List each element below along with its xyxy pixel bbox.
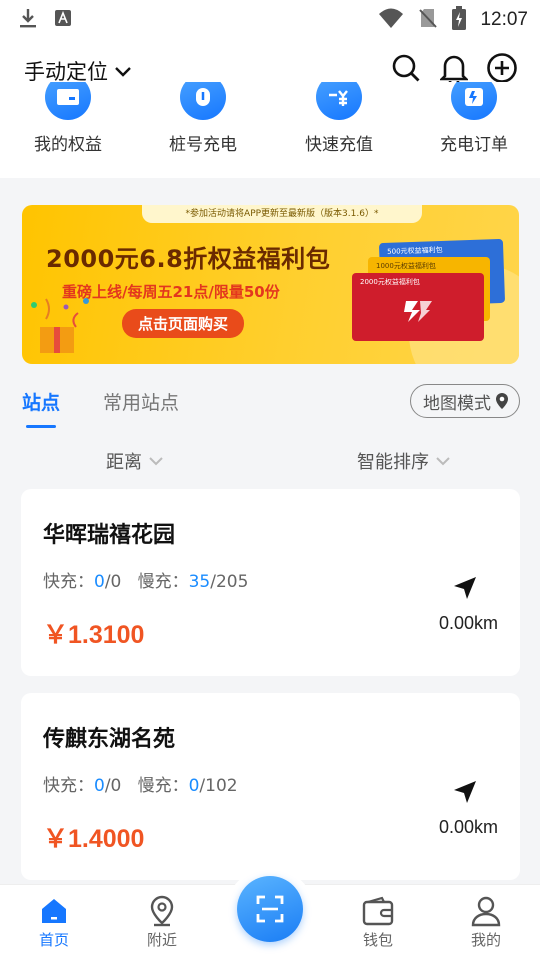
quick-action-label: 快速充值 (305, 135, 373, 155)
fast-charge-label: 快充： (43, 776, 94, 796)
a-notification-icon (54, 9, 72, 31)
station-name: 传麒东湖名苑 (43, 727, 176, 752)
scan-icon (256, 895, 284, 923)
quick-action-orders[interactable]: 充电订单 (414, 82, 534, 155)
chevron-down-icon (436, 457, 450, 466)
quick-action-recharge[interactable]: 快速充值 (279, 82, 399, 155)
fast-charge-label: 快充： (43, 572, 94, 592)
quick-action-label: 桩号充电 (169, 135, 237, 155)
chevron-down-icon (149, 457, 163, 466)
banner-buy-button[interactable]: 点击页面购买 (122, 309, 245, 338)
quick-actions: 我的权益 桩号充电 快速充值 充电订单 (0, 82, 540, 178)
card-logo-icon (404, 301, 432, 322)
slow-total: /205 (210, 572, 249, 592)
map-mode-button[interactable]: 地图模式 (410, 384, 520, 418)
slow-total: /102 (199, 776, 238, 796)
benefit-card-label: 1000元权益福利包 (376, 262, 436, 270)
tab-favorite-stations[interactable]: 常用站点 (103, 388, 179, 415)
filter-bar: 距离 智能排序 (0, 440, 540, 480)
download-icon (18, 7, 38, 33)
sort-filter[interactable]: 智能排序 (357, 448, 451, 474)
map-mode-label: 地图模式 (423, 393, 491, 414)
battery-charging-icon (452, 6, 467, 34)
map-pin-icon (150, 895, 174, 927)
nav-wallet[interactable]: 钱包 (338, 893, 418, 950)
station-distance: 0.00km (438, 817, 498, 837)
fast-total: /0 (104, 776, 122, 796)
slow-charge-label: 慢充： (137, 572, 189, 592)
charger-pile-icon (180, 82, 226, 120)
search-icon (392, 54, 420, 82)
benefit-card-2000: 2000元权益福利包 (352, 273, 484, 341)
chevron-down-icon (114, 59, 132, 83)
nav-mine[interactable]: 我的 (446, 893, 526, 950)
station-card[interactable]: 传麒东湖名苑 快充：0/0 慢充：0/102 ￥1.4000 0.00km (21, 693, 520, 880)
sort-filter-label: 智能排序 (357, 452, 429, 473)
navigate-button[interactable] (452, 575, 478, 605)
order-icon (451, 82, 497, 120)
tab-stations[interactable]: 站点 (22, 388, 60, 415)
station-distance: 0.00km (438, 613, 498, 633)
quick-action-label: 我的权益 (34, 135, 102, 155)
nav-nearby[interactable]: 附近 (122, 893, 202, 950)
navigation-arrow-icon (454, 577, 476, 599)
plus-circle-icon (487, 53, 517, 83)
navigation-arrow-icon (454, 781, 476, 803)
slow-available: 0 (188, 776, 200, 796)
nav-wallet-label: 钱包 (362, 931, 393, 949)
promo-banner[interactable]: *参加活动请将APP更新至最新版（版本3.1.6）* 2000元6.8折权益福利… (22, 205, 519, 364)
station-price: ￥1.3100 (43, 621, 145, 649)
add-button[interactable] (486, 52, 518, 84)
fast-total: /0 (104, 572, 122, 592)
active-tab-indicator (26, 425, 56, 428)
station-name: 华晖瑞禧花园 (43, 523, 176, 548)
notifications-button[interactable] (438, 52, 470, 84)
status-time: 12:07 (480, 9, 528, 30)
slow-charge-label: 慢充： (137, 776, 189, 796)
card-icon (45, 82, 91, 120)
navigate-button[interactable] (452, 779, 478, 809)
scan-button[interactable] (237, 876, 303, 942)
wallet-icon (362, 896, 394, 926)
bell-icon (440, 55, 468, 84)
nav-mine-label: 我的 (470, 931, 501, 949)
quick-action-pile-charge[interactable]: 桩号充电 (143, 82, 263, 155)
gift-confetti-icon (31, 298, 89, 353)
user-icon (471, 896, 501, 927)
fast-available: 0 (94, 572, 105, 592)
station-card[interactable]: 华晖瑞禧花园 快充：0/0 慢充：35/205 ￥1.3100 0.00km (21, 489, 520, 676)
nav-nearby-label: 附近 (146, 931, 177, 949)
quick-action-label: 充电订单 (440, 135, 508, 155)
status-bar: 12:07 (0, 0, 540, 36)
home-icon (42, 899, 66, 923)
nav-home[interactable]: 首页 (14, 893, 94, 950)
slow-available: 35 (188, 572, 211, 592)
nav-home-label: 首页 (38, 931, 69, 949)
benefit-card-label: 500元权益福利包 (387, 245, 443, 256)
recharge-icon (316, 82, 362, 120)
quick-action-benefits[interactable]: 我的权益 (8, 82, 128, 155)
distance-filter[interactable]: 距离 (106, 448, 164, 474)
charger-availability: 快充：0/0 慢充：35/205 (43, 567, 248, 592)
search-button[interactable] (390, 52, 422, 84)
fast-available: 0 (94, 776, 105, 796)
wifi-icon (378, 7, 404, 33)
location-pin-icon (496, 393, 508, 409)
benefit-card-label: 2000元权益福利包 (360, 278, 420, 286)
banner-notice: *参加活动请将APP更新至最新版（版本3.1.6）* (142, 205, 422, 223)
station-price: ￥1.4000 (43, 825, 145, 853)
station-tabs: 站点 常用站点 地图模式 (0, 380, 540, 430)
no-sim-icon (418, 7, 438, 33)
charger-availability: 快充：0/0 慢充：0/102 (43, 771, 238, 796)
distance-filter-label: 距离 (106, 452, 142, 473)
banner-title: 2000元6.8折权益福利包 (46, 245, 331, 273)
